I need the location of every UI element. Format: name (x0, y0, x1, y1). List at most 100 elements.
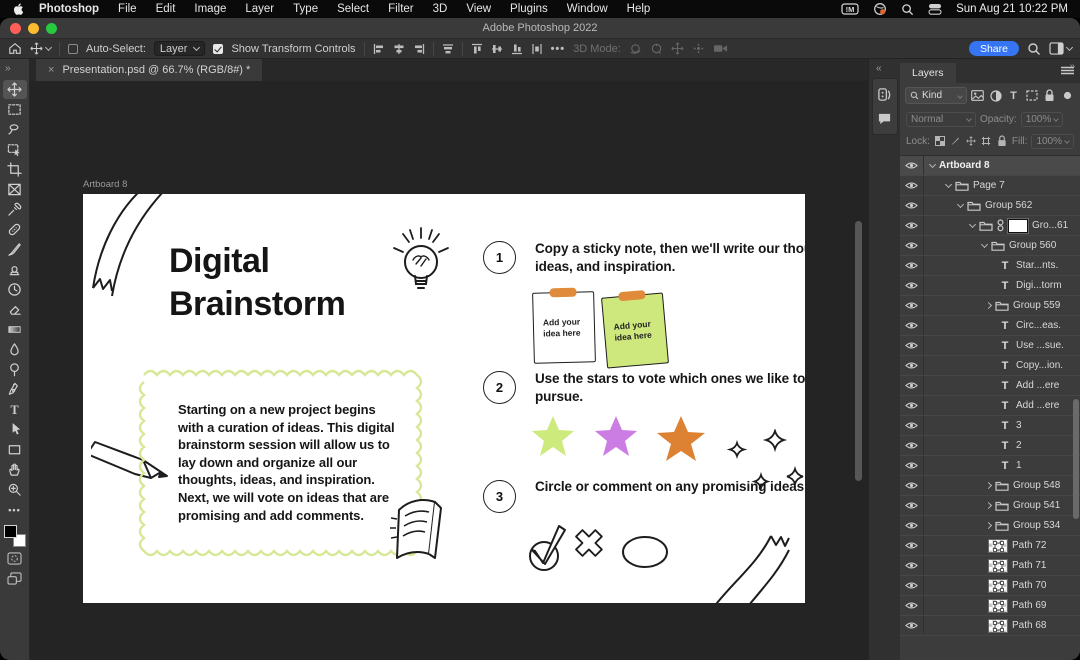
layer-thumbnail[interactable] (1008, 219, 1028, 233)
shape-layer-thumbnail[interactable] (988, 579, 1008, 593)
chevron-down-icon[interactable] (929, 161, 936, 168)
gradient-tool[interactable] (3, 320, 27, 339)
layer-row-path-68[interactable]: Path 68 (900, 616, 1080, 636)
history-panel-icon[interactable] (877, 87, 892, 102)
crop-tool[interactable] (3, 160, 27, 179)
layer-row-group-534[interactable]: Group 534 (900, 516, 1080, 536)
blend-mode-dropdown[interactable]: Normal (906, 112, 976, 127)
move-tool[interactable] (3, 80, 27, 99)
canvas-pasteboard[interactable]: Artboard 8 Digital Brainstorm (30, 81, 868, 660)
menu-item-edit[interactable]: Edit (156, 3, 176, 15)
zoom-tool[interactable] (3, 480, 27, 499)
path-selection-tool[interactable] (3, 420, 27, 439)
chevron-down-icon[interactable] (981, 241, 988, 248)
menu-item-type[interactable]: Type (293, 3, 318, 15)
type-tool[interactable]: T (3, 400, 27, 419)
chevron-right-icon[interactable] (985, 482, 992, 489)
layer-visibility-eye-icon[interactable] (900, 536, 924, 555)
chevron-down-icon[interactable] (945, 181, 952, 188)
distribute-vertical-centers-icon[interactable] (491, 43, 503, 55)
layer-visibility-eye-icon[interactable] (900, 476, 924, 495)
lock-pixels-icon[interactable] (950, 134, 962, 149)
apple-menu-icon[interactable] (12, 2, 25, 16)
pen-tool[interactable] (3, 380, 27, 399)
menu-item-help[interactable]: Help (627, 3, 651, 15)
lock-artboard-icon[interactable] (981, 134, 993, 149)
share-button[interactable]: Share (969, 41, 1019, 56)
layer-row-page-7[interactable]: Page 7 (900, 176, 1080, 196)
panel-menu-icon[interactable] (1061, 66, 1074, 75)
chevron-down-icon[interactable] (969, 221, 976, 228)
align-left-edges-icon[interactable] (373, 43, 385, 55)
layer-visibility-eye-icon[interactable] (900, 156, 924, 175)
rect-marquee-tool[interactable] (3, 100, 27, 119)
history-brush-tool[interactable] (3, 280, 27, 299)
home-icon[interactable] (8, 42, 22, 55)
menubar-app-badge-icon[interactable]: !M (841, 3, 859, 15)
filter-adjustment-layers-icon[interactable] (988, 88, 1003, 103)
layer-row-digi-torm[interactable]: TDigi...torm (900, 276, 1080, 296)
brush-tool[interactable] (3, 240, 27, 259)
layer-visibility-eye-icon[interactable] (900, 256, 924, 275)
menu-item-image[interactable]: Image (194, 3, 226, 15)
layer-visibility-eye-icon[interactable] (900, 436, 924, 455)
artboard-canvas[interactable]: Digital Brainstorm (83, 194, 805, 603)
layer-visibility-eye-icon[interactable] (900, 236, 924, 255)
artboard-label[interactable]: Artboard 8 (83, 179, 127, 190)
expand-left-dock-icon[interactable]: » (0, 59, 29, 74)
opacity-field[interactable]: 100% (1021, 112, 1064, 127)
layer-row-gro-61[interactable]: Gro...61 (900, 216, 1080, 236)
layer-visibility-eye-icon[interactable] (900, 176, 924, 195)
menu-item-view[interactable]: View (466, 3, 491, 15)
layer-visibility-eye-icon[interactable] (900, 596, 924, 615)
hand-tool[interactable] (3, 460, 27, 479)
close-tab-icon[interactable]: × (48, 64, 54, 76)
blur-tool[interactable] (3, 340, 27, 359)
layer-row-path-72[interactable]: Path 72 (900, 536, 1080, 556)
layer-visibility-eye-icon[interactable] (900, 216, 924, 235)
menu-item-photoshop[interactable]: Photoshop (39, 3, 99, 15)
workspace-switcher-icon[interactable] (1049, 42, 1072, 55)
layer-row-star-nts-[interactable]: TStar...nts. (900, 256, 1080, 276)
eraser-tool[interactable] (3, 300, 27, 319)
canvas-vertical-scrollbar[interactable] (855, 221, 862, 481)
auto-select-target-dropdown[interactable]: Layer (154, 41, 206, 56)
layer-visibility-eye-icon[interactable] (900, 336, 924, 355)
layer-visibility-eye-icon[interactable] (900, 416, 924, 435)
auto-select-checkbox[interactable] (68, 44, 78, 54)
filter-toggle-icon[interactable] (1060, 88, 1075, 103)
filter-type-layers-icon[interactable]: T (1006, 88, 1021, 103)
align-top-edges-icon[interactable] (442, 43, 454, 55)
eyedropper-tool[interactable] (3, 200, 27, 219)
layer-visibility-eye-icon[interactable] (900, 316, 924, 335)
layer-visibility-eye-icon[interactable] (900, 276, 924, 295)
spot-healing-tool[interactable] (3, 220, 27, 239)
menu-item-layer[interactable]: Layer (245, 3, 274, 15)
filter-shape-layers-icon[interactable] (1024, 88, 1039, 103)
comments-panel-icon[interactable] (877, 112, 892, 126)
rectangle-tool[interactable] (3, 440, 27, 459)
shape-layer-thumbnail[interactable] (988, 599, 1008, 613)
layer-row-copy-ion-[interactable]: TCopy...ion. (900, 356, 1080, 376)
menubar-search-icon[interactable] (901, 3, 914, 16)
shape-layer-thumbnail[interactable] (988, 539, 1008, 553)
menubar-clock[interactable]: Sun Aug 21 10:22 PM (956, 3, 1068, 15)
layer-row-group-559[interactable]: Group 559 (900, 296, 1080, 316)
chevron-right-icon[interactable] (985, 502, 992, 509)
layer-row-3[interactable]: T3 (900, 416, 1080, 436)
lasso-tool[interactable] (3, 120, 27, 139)
dodge-tool[interactable] (3, 360, 27, 379)
chevron-right-icon[interactable] (985, 522, 992, 529)
distribute-horizontal-icon[interactable] (531, 43, 543, 55)
chevron-right-icon[interactable] (985, 302, 992, 309)
layer-visibility-eye-icon[interactable] (900, 456, 924, 475)
align-horizontal-centers-icon[interactable] (393, 43, 405, 55)
layer-row-group-562[interactable]: Group 562 (900, 196, 1080, 216)
distribute-top-icon[interactable] (471, 43, 483, 55)
edit-toolbar-icon[interactable]: ••• (3, 501, 27, 519)
menubar-camera-icon[interactable] (873, 2, 887, 16)
lock-all-icon[interactable] (996, 134, 1008, 149)
frame-tool[interactable] (3, 180, 27, 199)
menu-item-3d[interactable]: 3D (433, 3, 448, 15)
menu-item-plugins[interactable]: Plugins (510, 3, 548, 15)
